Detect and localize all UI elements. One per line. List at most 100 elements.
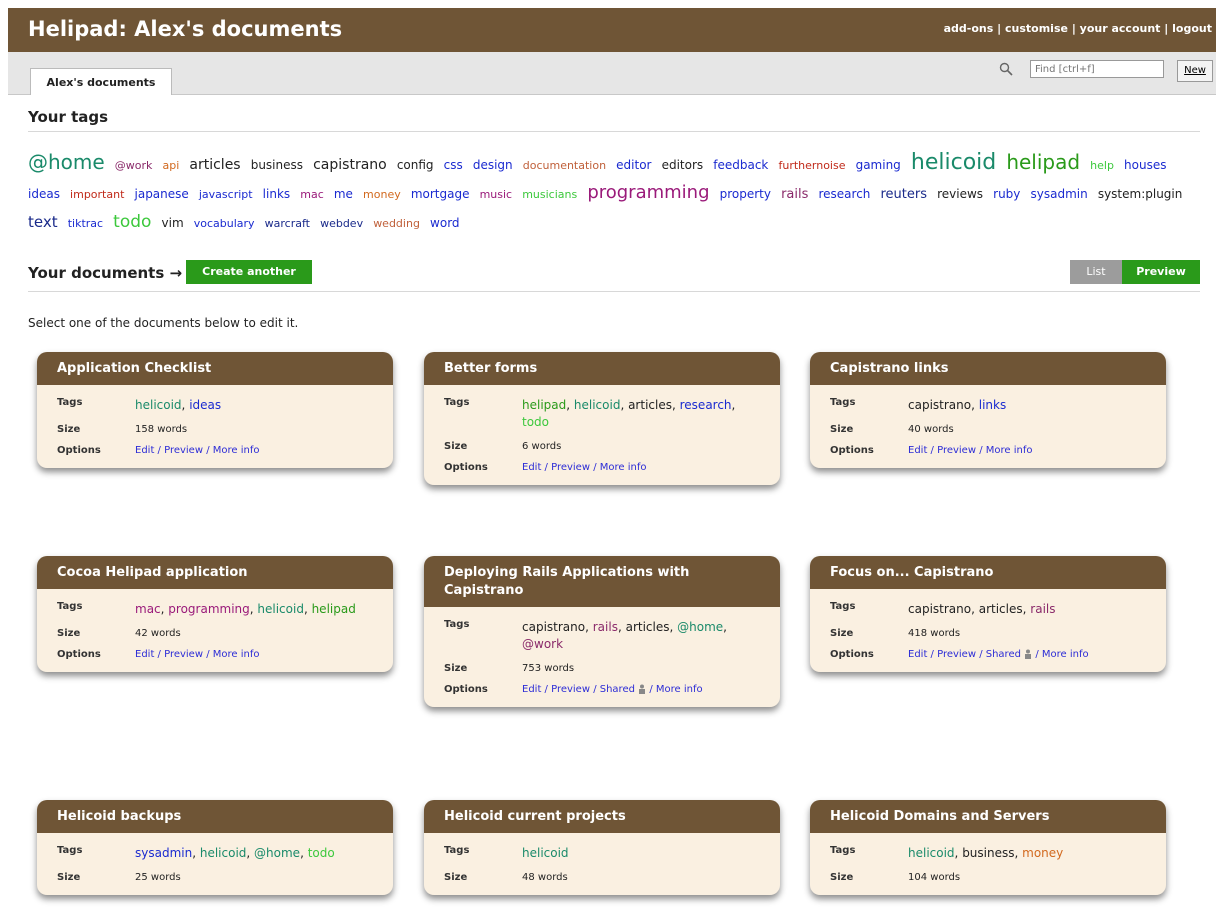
tag-link[interactable]: vocabulary <box>194 217 255 230</box>
tag-link[interactable]: todo <box>113 212 151 232</box>
tag-link[interactable]: property <box>720 187 771 201</box>
document-tag-link[interactable]: research <box>680 398 732 412</box>
document-option-links[interactable]: Edit / Preview / More info <box>908 445 1032 456</box>
preview-view-button[interactable]: Preview <box>1122 260 1200 284</box>
document-tag-link[interactable]: todo <box>308 846 335 860</box>
document-card[interactable]: Application Checklist Tags helicoid, ideas… <box>37 352 393 468</box>
document-tag-link[interactable]: business <box>962 846 1014 860</box>
add-ons-link[interactable]: add-ons <box>944 22 994 35</box>
customise-link[interactable]: customise <box>1005 22 1068 35</box>
document-title[interactable]: Helicoid Domains and Servers <box>810 800 1166 833</box>
document-title[interactable]: Helicoid current projects <box>424 800 780 833</box>
document-card[interactable]: Cocoa Helipad application Tags mac, progra… <box>37 556 393 672</box>
document-title[interactable]: Focus on... Capistrano <box>810 556 1166 589</box>
document-title[interactable]: Cocoa Helipad application <box>37 556 393 589</box>
tag-link[interactable]: config <box>397 158 434 172</box>
tag-link[interactable]: editors <box>662 158 704 172</box>
search-input[interactable] <box>1030 60 1164 78</box>
new-button[interactable]: New <box>1177 60 1213 82</box>
document-tag-link[interactable]: capistrano <box>908 398 971 412</box>
tag-link[interactable]: help <box>1090 159 1114 172</box>
tag-link[interactable]: money <box>363 188 401 201</box>
document-card[interactable]: Better forms Tags helipad, helicoid, artic… <box>424 352 780 485</box>
document-tag-link[interactable]: articles <box>628 398 672 412</box>
tag-link[interactable]: ideas <box>28 187 60 201</box>
document-tag-link[interactable]: capistrano <box>908 602 971 616</box>
document-card[interactable]: Focus on... Capistrano Tags capistrano, ar… <box>810 556 1166 672</box>
tag-link[interactable]: mortgage <box>411 187 470 201</box>
document-tag-link[interactable]: @home <box>677 620 723 634</box>
document-tag-link[interactable]: ideas <box>189 398 221 412</box>
tag-link[interactable]: vim <box>162 216 184 230</box>
document-card[interactable]: Helicoid current projects Tags helicoid Siz… <box>424 800 780 895</box>
document-tag-link[interactable]: mac <box>135 602 161 616</box>
document-tag-link[interactable]: capistrano <box>522 620 585 634</box>
tag-link[interactable]: japanese <box>135 187 189 201</box>
document-card[interactable]: Helicoid Domains and Servers Tags helicoid… <box>810 800 1166 895</box>
document-tag-link[interactable]: money <box>1022 846 1063 860</box>
tag-link[interactable]: musicians <box>522 188 577 201</box>
tag-link[interactable]: @work <box>115 159 153 172</box>
document-tag-link[interactable]: programming <box>168 602 249 616</box>
tag-link[interactable]: houses <box>1124 158 1166 172</box>
document-tag-link[interactable]: helicoid <box>135 398 182 412</box>
tag-link[interactable]: system:plugin <box>1098 187 1183 201</box>
tag-link[interactable]: javascript <box>199 188 253 201</box>
document-title[interactable]: Deploying Rails Applications with Capist… <box>424 556 780 607</box>
tag-link[interactable]: research <box>818 187 870 201</box>
document-tag-link[interactable]: helipad <box>312 602 356 616</box>
tag-link[interactable]: feedback <box>713 158 768 172</box>
tab-alexs-documents[interactable]: Alex's documents <box>30 68 172 95</box>
tag-link[interactable]: wedding <box>373 217 420 230</box>
document-title[interactable]: Better forms <box>424 352 780 385</box>
document-card[interactable]: Capistrano links Tags capistrano, links Siz… <box>810 352 1166 468</box>
tag-link[interactable]: links <box>263 187 290 201</box>
document-title[interactable]: Capistrano links <box>810 352 1166 385</box>
more-info-link[interactable]: / More info <box>649 684 702 695</box>
document-card[interactable]: Deploying Rails Applications with Capist… <box>424 556 780 707</box>
document-option-links[interactable]: Edit / Preview / More info <box>135 649 259 660</box>
document-option-links[interactable]: Edit / Preview / Shared <box>908 649 1021 660</box>
tag-link[interactable]: documentation <box>523 159 606 172</box>
more-info-link[interactable]: / More info <box>1035 649 1088 660</box>
tag-link[interactable]: business <box>251 158 303 172</box>
tag-link[interactable]: editor <box>616 158 651 172</box>
document-tag-link[interactable]: @home <box>254 846 300 860</box>
document-tag-link[interactable]: helipad <box>522 398 566 412</box>
tag-link[interactable]: ruby <box>993 187 1020 201</box>
document-card[interactable]: Helicoid backups Tags sysadmin, helicoid, … <box>37 800 393 895</box>
document-tag-link[interactable]: links <box>979 398 1006 412</box>
tag-link[interactable]: design <box>473 158 513 172</box>
tag-link[interactable]: word <box>430 216 460 230</box>
document-tag-link[interactable]: helicoid <box>200 846 247 860</box>
tag-link[interactable]: capistrano <box>313 157 387 173</box>
create-another-button[interactable]: Create another <box>186 260 312 284</box>
tag-link[interactable]: text <box>28 213 58 231</box>
tag-link[interactable]: tiktrac <box>68 217 103 230</box>
document-option-links[interactable]: Edit / Preview / Shared <box>522 684 635 695</box>
logout-link[interactable]: logout <box>1172 22 1212 35</box>
tag-link[interactable]: reuters <box>881 187 928 202</box>
document-title[interactable]: Application Checklist <box>37 352 393 385</box>
document-tag-link[interactable]: helicoid <box>574 398 621 412</box>
tag-link[interactable]: webdev <box>320 217 363 230</box>
document-tag-link[interactable]: sysadmin <box>135 846 192 860</box>
document-tag-link[interactable]: helicoid <box>522 846 569 860</box>
tag-link[interactable]: helicoid <box>911 150 996 175</box>
tag-link[interactable]: me <box>334 187 353 201</box>
document-tag-link[interactable]: @work <box>522 637 563 651</box>
tag-link[interactable]: warcraft <box>265 217 310 230</box>
tag-link[interactable]: important <box>70 188 124 201</box>
document-tag-link[interactable]: articles <box>626 620 670 634</box>
document-tag-link[interactable]: articles <box>979 602 1023 616</box>
tag-link[interactable]: articles <box>189 157 240 173</box>
tag-link[interactable]: music <box>480 188 513 201</box>
tag-link[interactable]: gaming <box>856 158 901 172</box>
document-option-links[interactable]: Edit / Preview / More info <box>522 462 646 473</box>
list-view-button[interactable]: List <box>1070 260 1122 284</box>
document-option-links[interactable]: Edit / Preview / More info <box>135 445 259 456</box>
document-tag-link[interactable]: rails <box>593 620 618 634</box>
tag-link[interactable]: api <box>163 159 180 172</box>
document-tag-link[interactable]: rails <box>1030 602 1055 616</box>
tag-link[interactable]: css <box>444 158 463 172</box>
